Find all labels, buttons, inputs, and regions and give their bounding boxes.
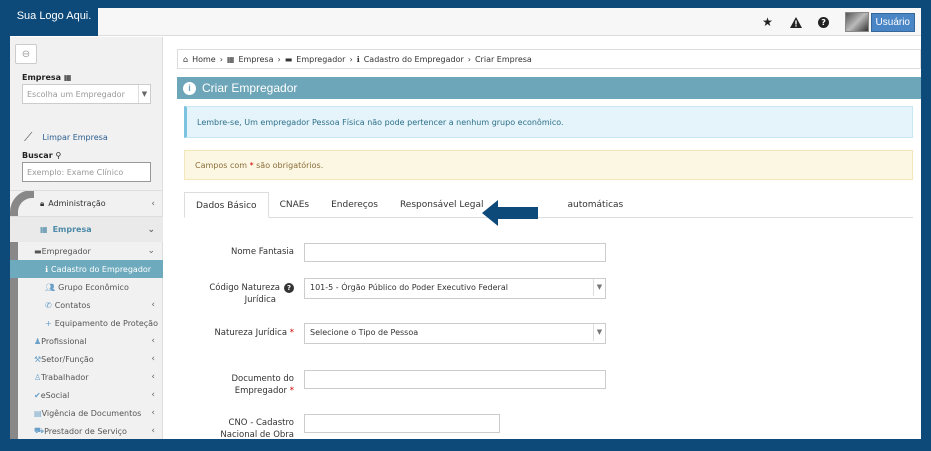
panel-header: i Criar Empregador bbox=[177, 77, 921, 99]
star-icon[interactable]: ★ bbox=[761, 15, 775, 29]
breadcrumb-current: Criar Empresa bbox=[474, 55, 532, 64]
collapse-sidebar-button[interactable]: ⊖ bbox=[15, 44, 37, 64]
empresa-label: Empresa ▦ bbox=[22, 73, 72, 82]
sidebar-item-vigencia-documentos[interactable]: ▤ Vigência de Documentos ‹ bbox=[10, 404, 163, 422]
chevron-down-icon: ▼ bbox=[138, 85, 150, 103]
cno-label: CNO - Cadastro Nacional de Obra bbox=[220, 418, 294, 439]
sidebar-item-equipamento-protecao[interactable]: + Equipamento de Proteção bbox=[10, 314, 163, 332]
documento-label: Documento do Empregador * bbox=[231, 374, 294, 396]
phone-icon: ✆ bbox=[45, 300, 52, 310]
briefcase-icon: ▬ bbox=[34, 246, 42, 256]
sidebar-item-contatos[interactable]: ✆ Contatos ‹ bbox=[10, 296, 163, 314]
plus-icon: + bbox=[45, 318, 52, 328]
breadcrumb-empresa[interactable]: Empresa bbox=[238, 55, 273, 64]
app-window: Sua Logo Aqui. ★ ? Usuário ⊖ Empresa ▦ E… bbox=[10, 8, 921, 439]
search-label: Buscar ⚲ bbox=[22, 151, 62, 160]
required-fields-alert: Campos com * são obrigatórios. bbox=[184, 150, 913, 180]
nome-fantasia-input[interactable] bbox=[304, 243, 606, 262]
chevron-down-icon: ⌄ bbox=[147, 246, 155, 256]
pointer-arrow-annotation bbox=[482, 200, 538, 226]
chevron-left-icon: ‹ bbox=[151, 300, 155, 310]
sidebar-item-trabalhador[interactable]: ♙ Trabalhador ‹ bbox=[10, 368, 163, 386]
logo[interactable]: Sua Logo Aqui. bbox=[10, 8, 98, 36]
avatar[interactable] bbox=[844, 12, 869, 32]
info-icon: i bbox=[183, 81, 196, 95]
breadcrumb: ⌂ Home › ▦ Empresa › ▬ Empregador › ℹ Cadas… bbox=[177, 49, 921, 69]
car-icon: ⛟ bbox=[34, 426, 45, 435]
sidebar-item-cadastro-empregador[interactable]: ℹ Cadastro do Empregador bbox=[10, 260, 163, 278]
chevron-left-icon: ‹ bbox=[151, 336, 155, 346]
building-icon: ▦ bbox=[63, 73, 72, 82]
top-icons: ★ ? Usuário bbox=[761, 12, 915, 32]
chevron-left-icon: ‹ bbox=[151, 198, 155, 209]
sidebar: ⊖ Empresa ▦ Escolha um Empregador ▼ ⟋ Li… bbox=[10, 37, 163, 439]
empresa-select[interactable]: Escolha um Empregador ▼ bbox=[22, 84, 151, 104]
tab-responsavel-legal[interactable]: Responsável Legal bbox=[389, 192, 495, 218]
top-bar: Sua Logo Aqui. ★ ? Usuário bbox=[10, 8, 921, 36]
chevron-down-icon: ▼ bbox=[593, 324, 605, 341]
documento-input[interactable] bbox=[304, 370, 606, 389]
breadcrumb-home[interactable]: Home bbox=[192, 55, 216, 64]
chevron-left-icon: ‹ bbox=[151, 372, 155, 382]
home-icon: ⌂ bbox=[183, 55, 189, 64]
codigo-natureza-label: Código Natureza? Jurídica bbox=[164, 282, 294, 306]
search-icon: ⚲ bbox=[55, 151, 62, 160]
chevron-left-icon: ‹ bbox=[151, 390, 155, 400]
calendar-icon: ▤ bbox=[34, 408, 42, 418]
nome-fantasia-label: Nome Fantasia bbox=[230, 247, 294, 257]
lock-icon: 🔒︎ bbox=[40, 198, 45, 208]
users-icon: 👥︎ bbox=[45, 282, 56, 292]
building-icon: ▦ bbox=[40, 225, 48, 234]
help-icon[interactable]: ? bbox=[284, 283, 294, 293]
broom-icon: ⟋ bbox=[24, 130, 33, 144]
warning-icon[interactable] bbox=[789, 15, 803, 29]
chevron-left-icon: ‹ bbox=[151, 408, 155, 418]
chevron-down-icon: ▼ bbox=[593, 279, 605, 296]
natureza-juridica-select[interactable]: Selecione o Tipo de Pessoa ▼ bbox=[304, 323, 606, 344]
breadcrumb-cadastro[interactable]: Cadastro do Empregador bbox=[364, 55, 464, 64]
briefcase-icon: ▬ bbox=[284, 55, 293, 64]
sidebar-item-administracao[interactable]: 🔒︎ Administração ‹ bbox=[10, 190, 163, 216]
building-icon: ▦ bbox=[226, 55, 235, 64]
sidebar-item-empregador[interactable]: ▬ Empregador ⌄ bbox=[10, 242, 163, 260]
info-alert: Lembre-se, Um empregador Pessoa Física n… bbox=[184, 106, 913, 138]
tab-enderecos[interactable]: Endereços bbox=[320, 192, 389, 218]
user-menu-button[interactable]: Usuário bbox=[870, 12, 915, 32]
clear-company-link[interactable]: ⟋ Limpar Empresa bbox=[24, 130, 108, 145]
sidebar-item-empresa[interactable]: ▦ Empresa ⌄ bbox=[10, 216, 163, 242]
info-icon: ℹ bbox=[356, 55, 360, 64]
cno-input[interactable] bbox=[304, 414, 500, 433]
user-icon: ♟ bbox=[34, 336, 42, 346]
sidebar-item-prestador-servico[interactable]: ⛟ Prestador de Serviço ‹ bbox=[10, 422, 163, 439]
check-icon: ✔ bbox=[34, 390, 41, 400]
codigo-natureza-select[interactable]: 101-5 - Órgão Público do Poder Executivo… bbox=[304, 278, 606, 299]
sidebar-item-esocial[interactable]: ✔ eSocial ‹ bbox=[10, 386, 163, 404]
sidebar-menu: 🔒︎ Administração ‹ ▦ Empresa ⌄ ▬ Empregado… bbox=[10, 190, 163, 439]
search-input[interactable]: Exemplo: Exame Clínico bbox=[22, 162, 151, 182]
chevron-left-icon: ‹ bbox=[151, 426, 155, 436]
sidebar-item-setor-funcao[interactable]: ⚒ Setor/Função ‹ bbox=[10, 350, 163, 368]
wrench-icon: ⚒ bbox=[34, 354, 42, 364]
info-icon: ℹ bbox=[45, 264, 49, 274]
natureza-juridica-label: Natureza Jurídica * bbox=[214, 328, 294, 338]
help-icon[interactable]: ? bbox=[817, 15, 831, 29]
form-tabs: Dados Básico CNAEs Endereços Responsável… bbox=[184, 192, 913, 218]
main-content: ⌂ Home › ▦ Empresa › ▬ Empregador › ℹ Cadas… bbox=[172, 37, 921, 439]
tab-dados-basico[interactable]: Dados Básico bbox=[184, 192, 269, 218]
tab-automaticas[interactable]: automáticas bbox=[557, 192, 635, 218]
arrow-left-circle-icon: ⊖ bbox=[21, 48, 31, 60]
breadcrumb-empregador[interactable]: Empregador bbox=[296, 55, 345, 64]
sidebar-item-grupo-economico[interactable]: 👥︎ Grupo Econômico bbox=[10, 278, 163, 296]
page-title: Criar Empregador bbox=[202, 81, 298, 95]
chevron-left-icon: ‹ bbox=[151, 354, 155, 364]
tab-cnaes[interactable]: CNAEs bbox=[269, 192, 321, 218]
sidebar-item-profissional[interactable]: ♟ Profissional ‹ bbox=[10, 332, 163, 350]
chevron-down-icon: ⌄ bbox=[147, 224, 155, 235]
